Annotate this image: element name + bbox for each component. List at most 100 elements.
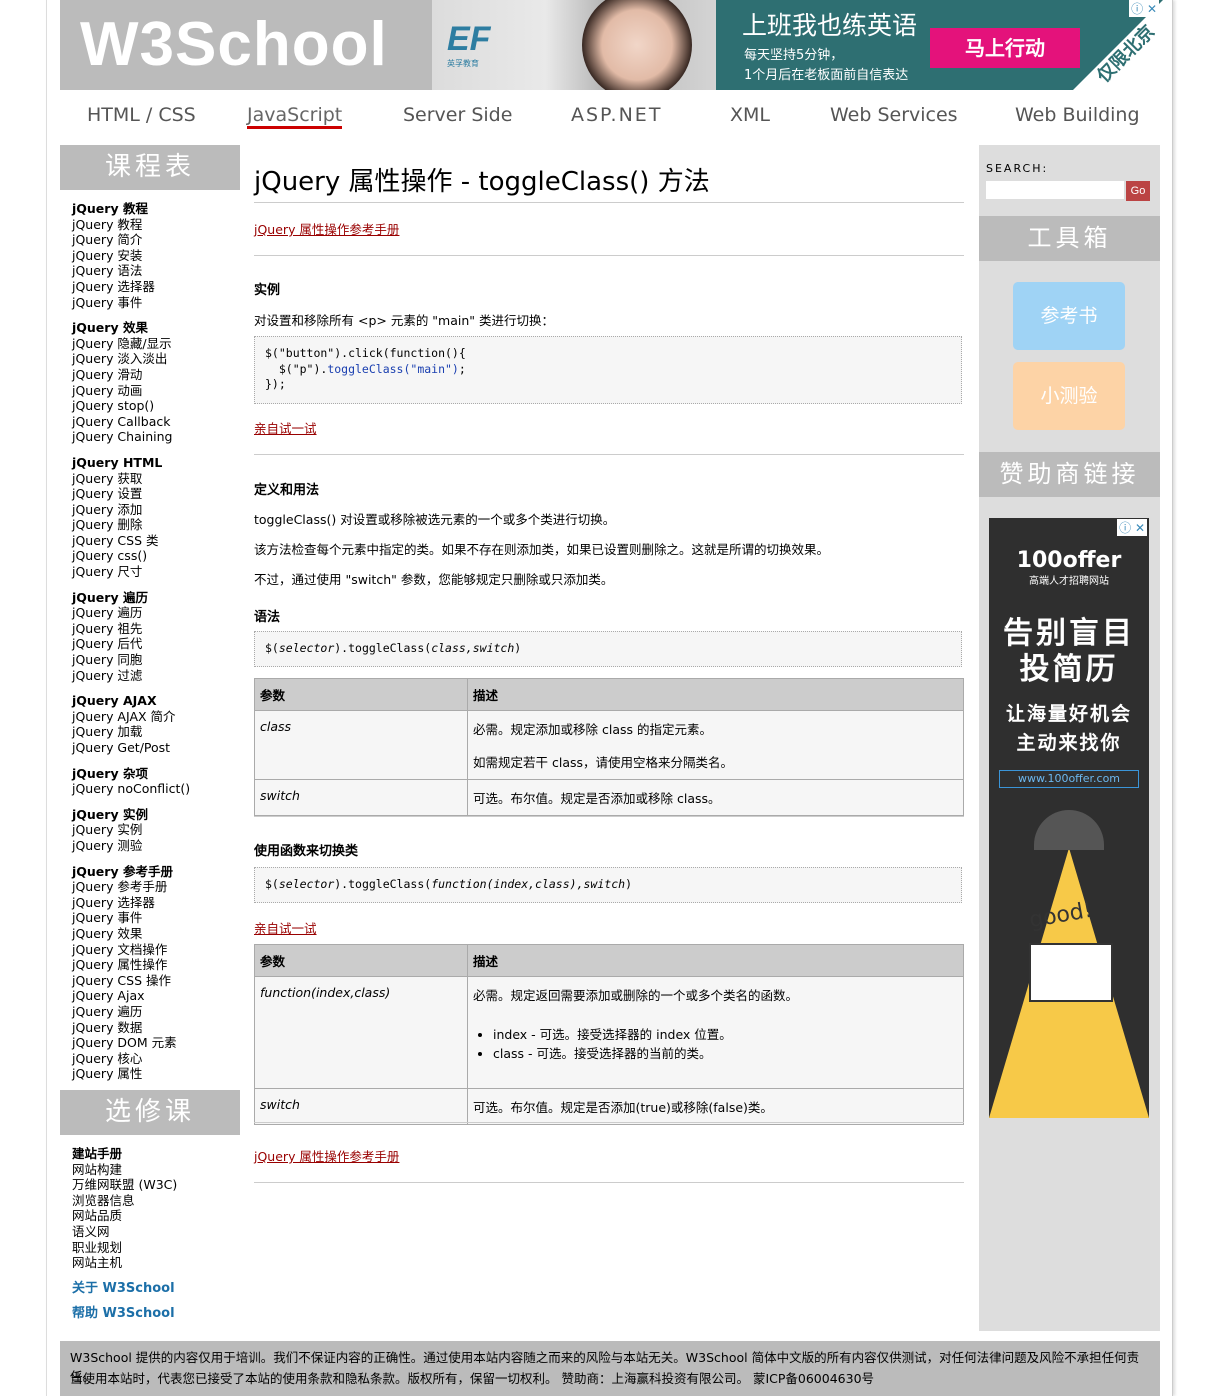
reference-book-button[interactable]: 参考书 [1013,282,1125,350]
sidebar-item[interactable]: jQuery 选择器 [72,279,190,295]
help-link[interactable]: 帮助 W3School [72,1306,177,1322]
sidebar-item[interactable]: jQuery 淡入淡出 [72,351,190,367]
function-code: $(selector).toggleClass(function(index,c… [254,867,962,903]
sidebar-item[interactable]: 万维网联盟 (W3C) [72,1177,177,1193]
sidebar-item[interactable]: jQuery 效果 [72,926,190,942]
search-input[interactable] [986,181,1124,199]
sidebar-item[interactable]: jQuery stop() [72,398,190,414]
syntax-heading: 语法 [254,610,281,625]
sidebar-group-title[interactable]: jQuery HTML [72,455,190,471]
table-row: switch 可选。布尔值。规定是否添加(true)或移除(false)类。 [254,1088,964,1125]
sidebar-item[interactable]: 浏览器信息 [72,1193,177,1209]
sidebar-item[interactable]: jQuery 选择器 [72,895,190,911]
reference-link-bottom[interactable]: jQuery 属性操作参考手册 [254,1146,399,1165]
table-header-row: 参数 描述 [254,678,964,711]
sidebar-item[interactable]: jQuery 测验 [72,838,190,854]
sidebar-item[interactable]: jQuery 设置 [72,486,190,502]
sidebar-item[interactable]: jQuery 过滤 [72,668,190,684]
sidebar-item[interactable]: jQuery DOM 元素 [72,1035,190,1051]
sidebar-item[interactable]: jQuery 遍历 [72,605,190,621]
sidebar-item[interactable]: jQuery 事件 [72,295,190,311]
sidebar-item[interactable]: jQuery 删除 [72,517,190,533]
ad-url: www.100offer.com [999,770,1139,788]
ad-cta-button[interactable]: 马上行动 [930,28,1080,68]
sidebar-item[interactable]: jQuery 后代 [72,636,190,652]
sidebar-item[interactable]: jQuery 核心 [72,1051,190,1067]
reference-link-top[interactable]: jQuery 属性操作参考手册 [254,219,399,238]
table-header: 参数 [254,944,468,977]
sidebar-item[interactable]: jQuery Ajax [72,988,190,1004]
sidebar-item[interactable]: jQuery 实例 [72,822,190,838]
elective-group-title[interactable]: 建站手册 [72,1146,177,1162]
nav-web-building[interactable]: Web Building [1015,104,1140,126]
envelope-icon [1029,943,1113,1002]
sidebar-item[interactable]: jQuery 添加 [72,502,190,518]
toolbox-heading: 工具箱 [979,216,1160,261]
sidebar-item[interactable]: jQuery 祖先 [72,621,190,637]
ad-close-icon[interactable]: ⓘ ✕ [1129,0,1159,17]
sidebar-item[interactable]: jQuery 语法 [72,263,190,279]
sidebar-item[interactable]: 职业规划 [72,1240,177,1256]
sidebar-item[interactable]: jQuery noConflict() [72,781,190,797]
sidebar-group-title[interactable]: jQuery 遍历 [72,590,190,606]
left-sidebar: 课程表 jQuery 教程 jQuery 教程 jQuery 简介 jQuery 安装… [60,145,240,1331]
sidebar-item[interactable]: jQuery Get/Post [72,740,190,756]
search-go-button[interactable]: Go [1126,181,1150,201]
sidebar-item[interactable]: jQuery 属性操作 [72,957,190,973]
sidebar-item[interactable]: jQuery 事件 [72,910,190,926]
sidebar-group-title[interactable]: jQuery 杂项 [72,766,190,782]
ad-brand-sub: 英孚教育 [447,59,479,68]
sidebar-item[interactable]: jQuery 数据 [72,1020,190,1036]
sidebar-item[interactable]: jQuery CSS 操作 [72,973,190,989]
try-it-link-2[interactable]: 亲自试一试 [254,918,317,937]
nav-javascript[interactable]: JavaScript [247,104,343,129]
site-logo[interactable]: W3School [60,0,432,90]
sidebar-item[interactable]: jQuery CSS 类 [72,533,190,549]
sidebar-item[interactable]: 语义网 [72,1224,177,1240]
nav-aspnet[interactable]: ASP.NET [571,104,662,126]
ad-close-icon[interactable]: ⓘ ✕ [1117,519,1147,536]
sidebar-group-title[interactable]: jQuery 参考手册 [72,864,190,880]
table-header: 描述 [467,678,964,711]
nav-html-css[interactable]: HTML / CSS [87,104,196,126]
ad-brand-sub: 高端人才招聘网站 [1029,576,1109,587]
quiz-button[interactable]: 小测验 [1013,362,1125,430]
divider [254,816,964,817]
sidebar-item[interactable]: jQuery 加载 [72,724,190,740]
side-ad-banner[interactable]: ⓘ ✕ 100offer 高端人才招聘网站 告别盲目 投简历 让海量好机会 主动… [989,518,1149,1118]
sidebar-item[interactable]: jQuery 参考手册 [72,879,190,895]
sidebar-item[interactable]: jQuery 同胞 [72,652,190,668]
top-ad-banner[interactable]: EF 英孚教育 上班我也练英语 每天坚持5分钟， 1个月后在老板面前自信表达 马… [432,0,1163,90]
sidebar-item[interactable]: jQuery 文档操作 [72,942,190,958]
sidebar-group-title[interactable]: jQuery AJAX [72,693,190,709]
sidebar-item[interactable]: jQuery AJAX 简介 [72,709,190,725]
ad-line1: 每天坚持5分钟， [744,48,844,63]
sidebar-item[interactable]: jQuery Callback [72,414,190,430]
sidebar-item[interactable]: jQuery css() [72,548,190,564]
sidebar-item[interactable]: 网站构建 [72,1162,177,1178]
try-it-link[interactable]: 亲自试一试 [254,418,317,437]
nav-server-side[interactable]: Server Side [403,104,512,126]
sidebar-item[interactable]: jQuery Chaining [72,429,190,445]
sidebar-item[interactable]: jQuery 安装 [72,248,190,264]
sidebar-item[interactable]: jQuery 教程 [72,217,190,233]
nav-xml[interactable]: XML [730,104,770,126]
sidebar-item[interactable]: jQuery 简介 [72,232,190,248]
sidebar-item[interactable]: 网站主机 [72,1255,177,1271]
sidebar-group-title[interactable]: jQuery 效果 [72,320,190,336]
about-link[interactable]: 关于 W3School [72,1281,177,1297]
sidebar-item[interactable]: jQuery 获取 [72,471,190,487]
sidebar-group-title[interactable]: jQuery 实例 [72,807,190,823]
list-item: index - 可选。接受选择器的 index 位置。 [493,1024,958,1043]
sidebar-item[interactable]: jQuery 滑动 [72,367,190,383]
sidebar-item[interactable]: jQuery 动画 [72,383,190,399]
sidebar-item[interactable]: jQuery 属性 [72,1066,190,1082]
sidebar-group-title[interactable]: jQuery 教程 [72,201,190,217]
sidebar-item[interactable]: 网站品质 [72,1208,177,1224]
nav-web-services[interactable]: Web Services [830,104,958,126]
sidebar-item[interactable]: jQuery 遍历 [72,1004,190,1020]
sidebar-item[interactable]: jQuery 尺寸 [72,564,190,580]
sidebar-item[interactable]: jQuery 隐藏/显示 [72,336,190,352]
ad-brand-logo: EF [447,20,491,58]
search-label: SEARCH: [986,162,1049,175]
